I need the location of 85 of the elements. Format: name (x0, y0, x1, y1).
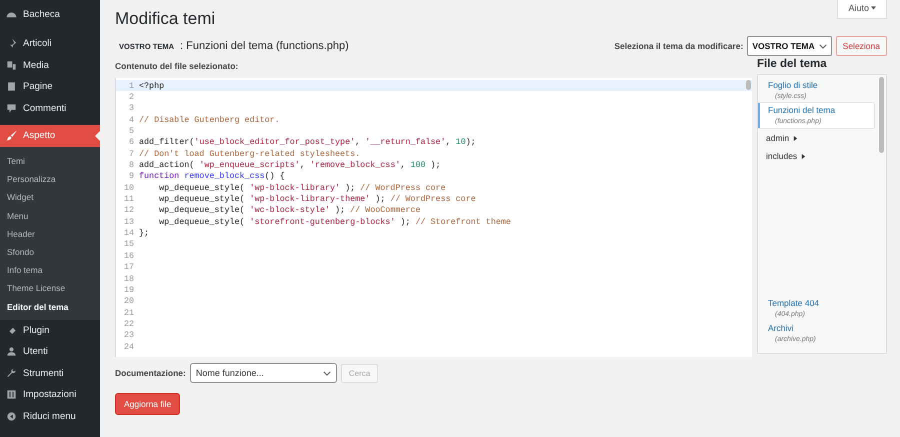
nav-item[interactable]: Articoli (0, 33, 100, 54)
chevron-icon (322, 370, 331, 376)
line-number: 11 (122, 194, 135, 204)
wrench-icon (6, 368, 17, 379)
subnav-item[interactable]: Widget (0, 188, 100, 207)
subnav-item[interactable]: Menu (0, 206, 100, 225)
subnav-item[interactable]: Temi (0, 152, 100, 170)
file-title: Foglio di stile (768, 80, 819, 90)
line-number: 14 (122, 228, 135, 238)
sliders-icon (6, 389, 17, 400)
code-line: add_filter('use_block_editor_for_post_type', '__return_false', 10); (139, 137, 476, 148)
code-line: // Don't load Gutenberg-related stylesheets. (139, 148, 360, 159)
line-number: 19 (122, 284, 135, 295)
brush-icon (6, 130, 17, 141)
bubble-icon (6, 102, 17, 114)
nav-item[interactable]: Bacheca (0, 4, 100, 25)
nav-item[interactable]: Impostazioni (0, 384, 100, 406)
media-icon (6, 60, 17, 70)
line-number: 16 (122, 250, 135, 261)
scrollbar[interactable] (879, 77, 884, 153)
nav-item[interactable]: Commenti (0, 98, 100, 118)
line-number: 10 (122, 182, 135, 193)
code-line: // Disable Gutenberg editor. (139, 114, 280, 125)
code-line: wp_dequeue_style( 'wp-block-library-theme' ); // WordPress core (158, 194, 476, 204)
line-number: 21 (122, 308, 135, 318)
nav-item[interactable]: Media (0, 54, 100, 76)
nav-item[interactable]: Strumenti (0, 362, 100, 384)
subnav-item[interactable]: Editor del tema (0, 298, 100, 316)
folder-item[interactable]: admin (766, 133, 790, 143)
scrollbar[interactable] (746, 80, 751, 90)
line-number: 13 (122, 216, 135, 227)
code-line: function remove_block_css() { (139, 171, 285, 182)
line-number: 5 (128, 126, 135, 136)
editor-label: Contenuto del file selezionato: (115, 61, 240, 71)
file-heading: : Funzioni del tema (functions.php) (180, 40, 349, 52)
nav-item[interactable]: Plugin (0, 320, 100, 341)
nav-item[interactable]: Pagine (0, 76, 100, 97)
line-number: 6 (128, 137, 135, 148)
subnav-item[interactable]: Theme License (0, 279, 100, 298)
line-number: 9 (128, 171, 135, 182)
update-file-button[interactable]: Aggiorna file (115, 393, 180, 415)
line-number: 12 (122, 205, 135, 216)
line-number: 4 (128, 114, 135, 125)
pages-icon (6, 81, 17, 92)
subnav-item[interactable]: Sfondo (0, 242, 100, 262)
code-line: wp_dequeue_style( 'storefront-gutenberg-blocks' ); // Storefront theme (158, 216, 511, 227)
code-line: <?php (139, 80, 164, 91)
documentation-label: Documentazione: (115, 368, 186, 378)
nav-item[interactable]: Aspetto (0, 124, 100, 146)
line-number: 8 (128, 160, 135, 170)
chevron-icon (818, 44, 827, 48)
folder-item[interactable]: includes (766, 151, 798, 161)
line-number: 1 (128, 80, 135, 91)
theme-select[interactable]: VOSTRO TEMA (747, 36, 832, 56)
function-select[interactable]: Nome funzione... (190, 363, 337, 383)
code-editor[interactable] (115, 78, 752, 357)
line-number: 3 (128, 103, 135, 114)
caret-icon (871, 6, 876, 10)
file-list-title: File del tema (757, 58, 828, 70)
code-line: add_action( 'wp_enqueue_scripts', 'remove_block_css', 100 ); (139, 160, 441, 170)
line-number: 20 (122, 296, 135, 306)
file-title: Template 404 (768, 298, 820, 308)
line-number: 7 (128, 148, 135, 159)
theme-select-label: Seleziona il tema da modificare: (614, 41, 744, 51)
line-number: 15 (122, 239, 135, 250)
subnav-item[interactable]: Info tema (0, 261, 100, 280)
subnav-item[interactable]: Header (0, 224, 100, 243)
file-title: Archivi (768, 323, 795, 333)
select-button[interactable]: Seleziona (836, 36, 887, 56)
nav-item[interactable]: Riduci menu (0, 406, 100, 427)
page-title: Modifica temi (115, 9, 216, 29)
line-number: 22 (122, 318, 135, 329)
file-title: Funzioni del tema (768, 105, 836, 115)
nav-item[interactable]: Utenti (0, 341, 100, 362)
line-number: 18 (122, 274, 135, 284)
code-line: wp_dequeue_style( 'wc-block-style' ); // WooCommerce (158, 205, 420, 216)
user-icon (6, 346, 17, 358)
line-number: 24 (122, 342, 135, 352)
line-number: 2 (128, 92, 135, 102)
line-number: 17 (122, 262, 135, 272)
code-line: wp_dequeue_style( 'wp-block-library' ); // WordPress core (158, 182, 446, 193)
help-button[interactable]: Aiuto (837, 0, 887, 19)
subnav-item[interactable]: Personalizza (0, 170, 100, 188)
code-line: }; (139, 228, 150, 238)
line-number: 23 (122, 330, 135, 340)
